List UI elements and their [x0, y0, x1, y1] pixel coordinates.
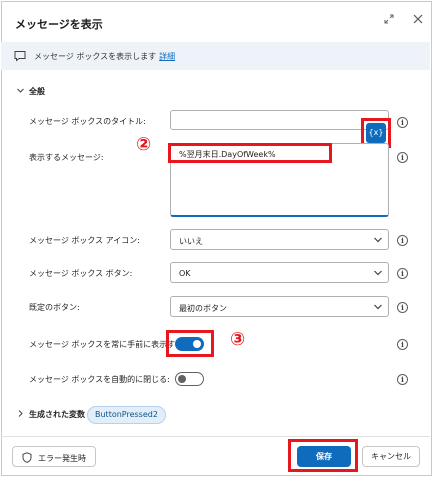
- cancel-button[interactable]: キャンセル: [362, 446, 420, 467]
- default-button-select-value: 最初のボタン: [179, 304, 227, 313]
- on-error-label: エラー発生時: [38, 454, 86, 463]
- buttons-select[interactable]: OK: [170, 262, 389, 283]
- icon-select[interactable]: いいえ: [170, 229, 389, 250]
- buttons-select-value: OK: [179, 269, 191, 278]
- toggle-knob: [178, 375, 186, 383]
- footer-divider: [1, 436, 430, 437]
- title-input[interactable]: [170, 110, 389, 130]
- default-button-label: 既定のボタン:: [29, 303, 80, 312]
- info-bar: メッセージ ボックスを表示します 詳細: [1, 42, 430, 70]
- title-label: メッセージ ボックスのタイトル:: [29, 117, 146, 126]
- message-label: 表示するメッセージ:: [29, 153, 104, 162]
- info-text: メッセージ ボックスを表示します: [34, 52, 157, 61]
- icon-select-value: いいえ: [179, 237, 203, 246]
- highlight-box-message: [168, 143, 332, 163]
- icon-label: メッセージ ボックス アイコン:: [29, 236, 140, 245]
- info-icon[interactable]: i: [397, 117, 408, 128]
- buttons-label: メッセージ ボックス ボタン:: [29, 269, 133, 278]
- chevron-down-icon: [374, 304, 382, 310]
- dialog-title: メッセージを表示: [15, 18, 103, 31]
- marker-2: ②: [136, 134, 152, 155]
- info-icon[interactable]: i: [397, 235, 408, 246]
- close-icon[interactable]: [413, 14, 423, 29]
- info-icon[interactable]: i: [397, 268, 408, 279]
- auto-close-label: メッセージ ボックスを自動的に閉じる:: [29, 375, 170, 384]
- auto-close-toggle[interactable]: [175, 372, 204, 386]
- details-link[interactable]: 詳細: [159, 52, 175, 61]
- expand-icon[interactable]: [384, 14, 394, 29]
- section-general[interactable]: 全般: [29, 86, 45, 97]
- highlight-box-toggle: [166, 330, 214, 357]
- chevron-down-icon: [374, 270, 382, 276]
- info-icon[interactable]: i: [397, 302, 408, 313]
- info-icon[interactable]: i: [397, 152, 408, 163]
- always-on-top-label: メッセージ ボックスを常に手前に表示する:: [29, 340, 186, 349]
- highlight-box-save: [288, 439, 358, 472]
- chevron-down-icon[interactable]: [16, 86, 25, 95]
- chevron-down-icon: [374, 237, 382, 243]
- info-icon[interactable]: i: [397, 339, 408, 350]
- default-button-select[interactable]: 最初のボタン: [170, 296, 389, 317]
- shield-icon: [22, 452, 32, 463]
- on-error-button[interactable]: エラー発生時: [12, 446, 96, 467]
- generated-variables-label[interactable]: 生成された変数: [29, 409, 85, 420]
- marker-3: ③: [230, 329, 246, 350]
- chevron-right-icon[interactable]: [16, 409, 25, 418]
- variable-badge[interactable]: ButtonPressed2: [87, 406, 166, 424]
- message-icon: [14, 51, 26, 62]
- info-icon[interactable]: i: [397, 374, 408, 385]
